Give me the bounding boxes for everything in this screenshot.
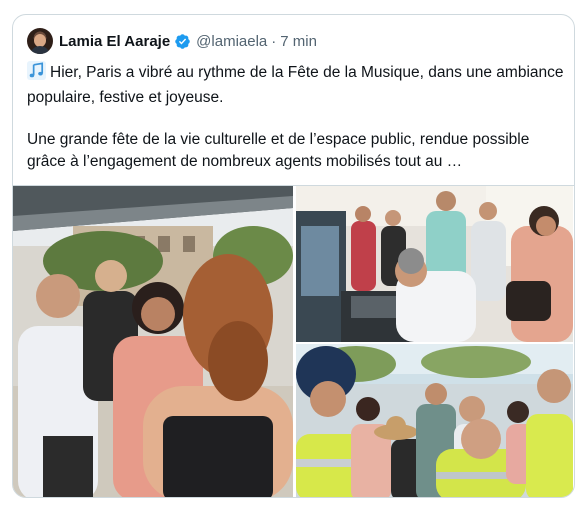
photo-sound-desk[interactable] xyxy=(296,186,573,342)
tweet-card[interactable]: Lamia El Aaraje @lamiaela · 7 min Hier, … xyxy=(12,14,575,498)
tweet-header: Lamia El Aaraje @lamiaela · 7 min xyxy=(27,27,317,55)
author-handle[interactable]: @lamiaela xyxy=(196,33,267,50)
post-time[interactable]: 7 min xyxy=(280,33,317,50)
author-avatar[interactable] xyxy=(27,28,53,54)
author-name[interactable]: Lamia El Aaraje xyxy=(59,33,170,50)
photo-outdoor-group[interactable] xyxy=(296,344,573,497)
tweet-paragraph-2: Une grande fête de la vie culturelle et … xyxy=(27,131,530,170)
tweet-text: Hier, Paris a vibré au rythme de la Fête… xyxy=(27,61,567,172)
tweet-paragraph-1-text: Hier, Paris a vibré au rythme de la Fête… xyxy=(27,64,564,106)
verified-badge-icon xyxy=(174,33,191,50)
media-grid xyxy=(13,185,574,497)
separator-dot: · xyxy=(271,32,277,50)
musical-notes-icon xyxy=(27,61,46,87)
tweet-paragraph-1: Hier, Paris a vibré au rythme de la Fête… xyxy=(27,61,567,108)
photo-street-crowd[interactable] xyxy=(13,186,293,497)
